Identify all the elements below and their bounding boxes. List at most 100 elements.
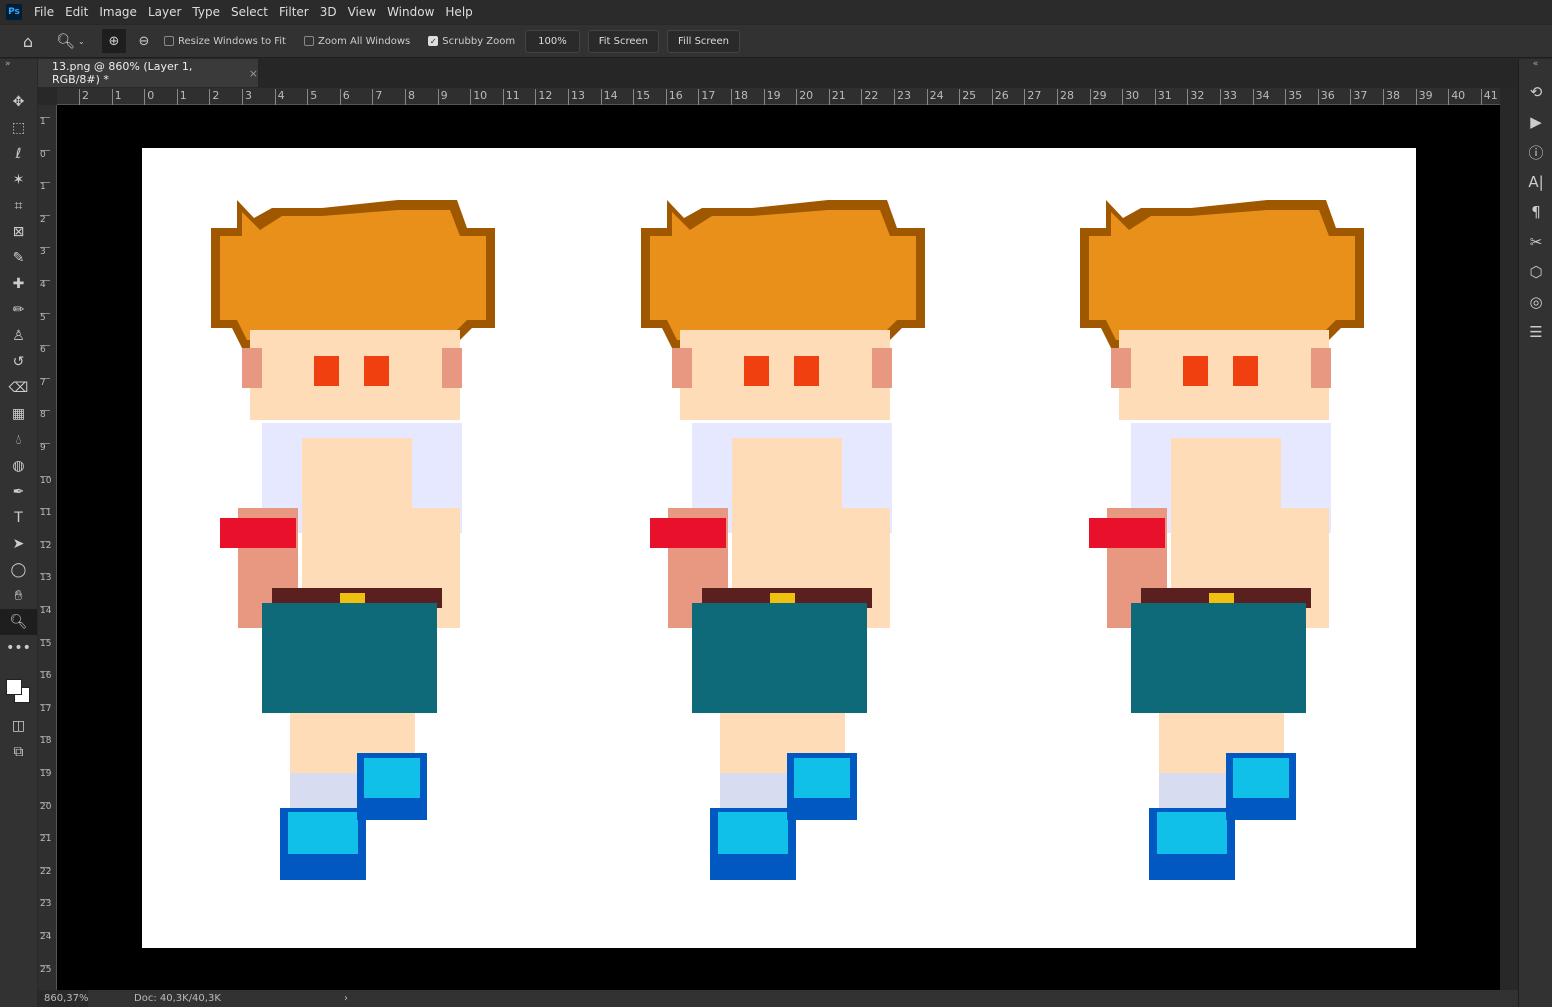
properties-icon[interactable]: ☰ bbox=[1519, 317, 1552, 347]
document-canvas[interactable] bbox=[142, 148, 1416, 948]
ruler-tick-label: 12 bbox=[40, 540, 52, 551]
menu-edit[interactable]: Edit bbox=[65, 5, 88, 19]
ruler-tick-label: 1 bbox=[111, 89, 122, 105]
frame-tool-icon[interactable]: ⊠ bbox=[0, 219, 37, 245]
character-icon[interactable]: A| bbox=[1519, 167, 1552, 197]
right-panel-dock: « ⟲ ▶ ⓘ A| ¶ ✂ ⬡ ◎ ☰ bbox=[1518, 59, 1552, 1007]
ruler-tick-label: 0 bbox=[40, 149, 50, 160]
eraser-icon[interactable]: ⌫ bbox=[0, 375, 37, 401]
ruler-tick-label: 11 bbox=[40, 508, 52, 519]
history-brush-icon[interactable]: ↺ bbox=[0, 349, 37, 375]
clone-stamp-icon[interactable]: ♙ bbox=[0, 323, 37, 349]
ruler-tick-label: 0 bbox=[144, 89, 154, 105]
magic-wand-icon[interactable]: ✶ bbox=[0, 167, 37, 193]
zoom-level-field[interactable]: 860,37% bbox=[38, 990, 89, 1007]
scrubby-zoom-checkbox[interactable]: ✓ Scrubby Zoom bbox=[428, 36, 515, 47]
menu-file[interactable]: File bbox=[34, 5, 54, 19]
more-tools-icon[interactable]: ••• bbox=[0, 635, 37, 661]
ruler-tick-label: 32 bbox=[1187, 89, 1204, 105]
quick-mask-icon[interactable]: ◫ bbox=[0, 713, 37, 739]
ruler-tick-label: 28 bbox=[1057, 89, 1074, 105]
menu-select[interactable]: Select bbox=[231, 5, 268, 19]
resize-windows-checkbox[interactable]: Resize Windows to Fit bbox=[164, 36, 286, 47]
color-swatches[interactable] bbox=[0, 669, 37, 713]
ruler-tick-label: 21 bbox=[828, 89, 846, 105]
ruler-tick-label: 11 bbox=[502, 89, 520, 105]
document-tab[interactable]: 13.png @ 860% (Layer 1, RGB/8#) * × bbox=[38, 59, 258, 87]
menu-filter[interactable]: Filter bbox=[279, 5, 309, 19]
zoom-tool-preset-picker[interactable]: 🔍︎ ⌄ bbox=[56, 32, 96, 50]
ruler-tick-label: 37 bbox=[1350, 89, 1367, 105]
zoom-in-icon[interactable]: ⊕ bbox=[102, 29, 126, 53]
ruler-tick-label: 7 bbox=[40, 377, 50, 388]
crop-tool-icon[interactable]: ⌗ bbox=[0, 193, 37, 219]
3d-icon[interactable]: ⬡ bbox=[1519, 257, 1552, 287]
ruler-tick-label: 7 bbox=[372, 89, 382, 105]
ruler-tick-label: 8 bbox=[405, 89, 415, 105]
lasso-tool-icon[interactable]: ℓ bbox=[0, 141, 37, 167]
menu-window[interactable]: Window bbox=[387, 5, 434, 19]
canvas-workspace[interactable] bbox=[57, 105, 1500, 990]
history-icon[interactable]: ⟲ bbox=[1519, 77, 1552, 107]
fit-screen-button[interactable]: Fit Screen bbox=[587, 29, 660, 53]
move-tool-icon[interactable]: ✥ bbox=[0, 89, 37, 115]
healing-brush-icon[interactable]: ✚ bbox=[0, 271, 37, 297]
ruler-tick-label: 13 bbox=[40, 573, 52, 584]
home-icon[interactable]: ⌂ bbox=[0, 28, 56, 54]
menu-image[interactable]: Image bbox=[99, 5, 137, 19]
menu-layer[interactable]: Layer bbox=[148, 5, 181, 19]
ruler-tick-label: 4 bbox=[274, 89, 285, 105]
dodge-tool-icon[interactable]: ◍ bbox=[0, 453, 37, 479]
checkbox[interactable] bbox=[164, 36, 174, 46]
wristband bbox=[650, 518, 726, 548]
shoe-left bbox=[1157, 812, 1227, 854]
actions-play-icon[interactable]: ▶ bbox=[1519, 107, 1552, 137]
tool-presets-icon[interactable]: ✂ bbox=[1519, 227, 1552, 257]
marquee-tool-icon[interactable]: ⬚ bbox=[0, 115, 37, 141]
ruler-tick-label: 6 bbox=[40, 345, 50, 355]
hand-tool-icon[interactable]: ✋︎ bbox=[0, 583, 37, 609]
collapse-icon[interactable]: » bbox=[0, 59, 37, 69]
eye-right bbox=[364, 356, 389, 386]
ruler-tick-label: 9 bbox=[40, 443, 50, 453]
zoom-all-windows-checkbox[interactable]: Zoom All Windows bbox=[303, 36, 410, 47]
menu-bar: Ps File Edit Image Layer Type Select Filter 3D V… bbox=[0, 0, 1552, 24]
gradient-icon[interactable]: ▦ bbox=[0, 401, 37, 427]
close-tab-icon[interactable]: × bbox=[249, 67, 258, 80]
menu-type[interactable]: Type bbox=[192, 5, 220, 19]
checkbox-checked[interactable]: ✓ bbox=[428, 36, 439, 46]
ruler-tick-label: 10 bbox=[40, 475, 52, 486]
path-selection-icon[interactable]: ➤ bbox=[0, 531, 37, 557]
ruler-tick-label: 3 bbox=[242, 89, 252, 105]
paragraph-icon[interactable]: ¶ bbox=[1519, 197, 1552, 227]
checkbox[interactable] bbox=[303, 36, 314, 46]
foreground-color-swatch[interactable] bbox=[6, 679, 22, 695]
brush-tool-icon[interactable]: ✏ bbox=[0, 297, 37, 323]
document-tabs: 13.png @ 860% (Layer 1, RGB/8#) * × bbox=[38, 59, 1518, 87]
menu-help[interactable]: Help bbox=[445, 5, 472, 19]
zoom-100-button[interactable]: 100% bbox=[525, 29, 580, 53]
character-sprite-1 bbox=[211, 200, 495, 880]
ruler-tick-label: 23 bbox=[40, 899, 52, 910]
menu-view[interactable]: View bbox=[348, 5, 376, 19]
ruler-tick-label: 40 bbox=[1448, 89, 1465, 105]
status-bar: 860,37% Doc: 40,3K/40,3K › bbox=[38, 990, 1518, 1007]
type-tool-icon[interactable]: T bbox=[0, 505, 37, 531]
fill-screen-button[interactable]: Fill Screen bbox=[667, 29, 740, 53]
screen-mode-icon[interactable]: ⧉ bbox=[0, 739, 37, 765]
ruler-tick-label: 24 bbox=[926, 89, 944, 105]
ellipse-tool-icon[interactable]: ◯ bbox=[0, 557, 37, 583]
zoom-tool-icon[interactable]: 🔍︎ bbox=[0, 609, 37, 635]
blur-tool-icon[interactable]: 💧︎ bbox=[0, 427, 37, 453]
menu-3d[interactable]: 3D bbox=[320, 5, 337, 19]
info-icon[interactable]: ⓘ bbox=[1519, 137, 1552, 167]
ear-left bbox=[242, 348, 262, 388]
zoom-out-icon[interactable]: ⊖ bbox=[132, 34, 156, 49]
face bbox=[1119, 330, 1329, 420]
ruler-tick-label: 30 bbox=[1122, 89, 1139, 105]
eyedropper-icon[interactable]: ✎ bbox=[0, 245, 37, 271]
adjustments-icon[interactable]: ◎ bbox=[1519, 287, 1552, 317]
torso bbox=[1171, 438, 1281, 598]
pen-tool-icon[interactable]: ✒ bbox=[0, 479, 37, 505]
status-menu-arrow-icon[interactable]: › bbox=[344, 993, 348, 1004]
